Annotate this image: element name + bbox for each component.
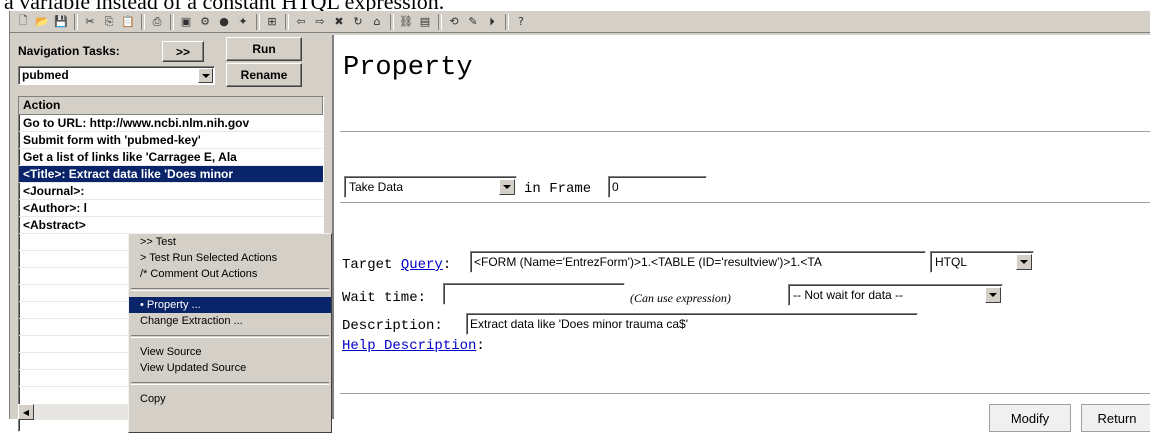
data-icon[interactable]: ▤: [416, 13, 434, 31]
list-item[interactable]: <Journal>:: [19, 183, 323, 200]
help-row: Help Description:: [342, 338, 485, 354]
run-icon[interactable]: ⚙: [196, 13, 214, 31]
help-description-link[interactable]: Help Description: [342, 338, 476, 354]
wait-time-label: Wait time:: [342, 290, 427, 306]
list-item[interactable]: <Title>: Extract data like 'Does minor: [19, 166, 323, 183]
query-language-select[interactable]: HTQL: [930, 251, 1034, 273]
back-icon[interactable]: ⇦: [292, 13, 310, 31]
context-menu-item[interactable]: View Source: [129, 344, 331, 360]
toolbar-separator: [141, 13, 145, 30]
help-colon: :: [476, 338, 485, 354]
context-menu-item[interactable]: • Property ...: [129, 297, 331, 313]
forward-icon[interactable]: ⇨: [311, 13, 329, 31]
context-menu-item[interactable]: >> Test: [129, 234, 331, 250]
chevron-down-icon[interactable]: [1016, 254, 1032, 270]
context-menu-item[interactable]: Change Extraction ...: [129, 313, 331, 329]
menu-separator: [131, 382, 329, 385]
wizard-icon[interactable]: ✦: [234, 13, 252, 31]
context-menu-item[interactable]: /* Comment Out Actions: [129, 266, 331, 282]
chevron-down-icon[interactable]: [499, 179, 515, 195]
toolbar-separator: [74, 13, 78, 30]
print-icon[interactable]: ⎙: [148, 13, 166, 31]
toolbar-separator: [285, 13, 289, 30]
in-frame-label: in Frame: [524, 181, 592, 197]
description-input[interactable]: Extract data like 'Does minor trauma ca$…: [466, 313, 918, 335]
record-icon[interactable]: ●: [215, 13, 233, 31]
list-item[interactable]: <Abstract>: [19, 217, 323, 234]
refresh-icon[interactable]: ↻: [349, 13, 367, 31]
menu-separator: [131, 288, 329, 291]
link-icon[interactable]: ⛓: [397, 13, 415, 31]
wait-time-input[interactable]: [443, 283, 625, 305]
list-item[interactable]: Submit form with 'pubmed-key': [19, 132, 323, 149]
open-icon[interactable]: 📂: [33, 13, 51, 31]
rename-button[interactable]: Rename: [226, 63, 302, 87]
list-item[interactable]: <Author>: l: [19, 200, 323, 217]
save-icon[interactable]: 💾: [52, 13, 70, 31]
window-icon[interactable]: ▣: [177, 13, 195, 31]
help-icon[interactable]: ?: [512, 13, 530, 31]
query-language-value: HTQL: [935, 255, 968, 269]
divider: [340, 131, 1150, 133]
action-column-header[interactable]: Action: [19, 97, 323, 115]
chevron-down-icon[interactable]: [198, 68, 213, 83]
toolbar: 🗋 📂 💾 ✂ ⎘ 📋 ⎙ ▣ ⚙ ● ✦ ⊞ ⇦ ⇨ ✖ ↻ ⌂ ⛓ ▤ ⟲ ✎ ⏵?: [10, 11, 1150, 33]
toolbar-separator: [390, 13, 394, 30]
new-icon[interactable]: 🗋: [14, 13, 32, 31]
toolbar-separator: [256, 13, 260, 30]
action-type-select[interactable]: Take Data: [344, 176, 517, 198]
wait-time-hint: (Can use expression): [630, 291, 731, 305]
page-title: Property: [343, 53, 473, 83]
pen-icon[interactable]: ✎: [464, 13, 482, 31]
query-link[interactable]: Query: [401, 257, 443, 273]
play-icon[interactable]: ⏵: [483, 13, 501, 31]
context-menu-item[interactable]: Copy: [129, 391, 331, 407]
task-select[interactable]: pubmed: [18, 66, 215, 85]
extract-icon[interactable]: ⊞: [263, 13, 281, 31]
context-menu: >> Test > Test Run Selected Actions/* Com…: [128, 233, 332, 433]
stop-icon[interactable]: ✖: [330, 13, 348, 31]
target-colon: :: [442, 257, 452, 273]
toolbar-separator: [438, 13, 442, 30]
frame-input[interactable]: 0: [608, 176, 707, 198]
home-icon[interactable]: ⌂: [368, 13, 386, 31]
description-label: Description:: [342, 318, 443, 334]
toolbar-separator: [170, 13, 174, 30]
query-input[interactable]: <FORM (Name='EntrezForm')>1.<TABLE (ID='…: [470, 251, 926, 273]
wait-data-value: -- Not wait for data --: [793, 288, 904, 302]
app-window: 🗋 📂 💾 ✂ ⎘ 📋 ⎙ ▣ ⚙ ● ✦ ⊞ ⇦ ⇨ ✖ ↻ ⌂ ⛓ ▤ ⟲ ✎ ⏵? Navigation Tasks…: [9, 11, 1150, 433]
return-button[interactable]: Return: [1081, 404, 1150, 432]
divider: [340, 393, 1150, 395]
modify-button[interactable]: Modify: [989, 404, 1071, 432]
target-row: Target Query:: [342, 257, 451, 273]
run-button[interactable]: Run: [226, 37, 302, 61]
chevron-down-icon[interactable]: [985, 287, 1001, 303]
scroll-left-icon[interactable]: ◀: [18, 404, 34, 420]
paste-icon[interactable]: 📋: [119, 13, 137, 31]
context-menu-item[interactable]: View Updated Source: [129, 360, 331, 376]
menu-separator: [131, 335, 329, 338]
navigation-tasks-label: Navigation Tasks:: [18, 44, 120, 58]
expand-tasks-button[interactable]: >>: [162, 41, 204, 62]
toolbar-separator: [505, 13, 509, 30]
action-type-value: Take Data: [349, 180, 404, 194]
target-label: Target: [342, 257, 393, 273]
list-item[interactable]: Get a list of links like 'Carragee E, Al…: [19, 149, 323, 166]
list-item[interactable]: Go to URL: http://www.ncbi.nlm.nih.gov: [19, 115, 323, 132]
prev-icon[interactable]: ⟲: [445, 13, 463, 31]
task-select-value: pubmed: [22, 68, 69, 82]
copy-icon[interactable]: ⎘: [100, 13, 118, 31]
cut-icon[interactable]: ✂: [81, 13, 99, 31]
divider: [340, 202, 1150, 204]
context-menu-item[interactable]: > Test Run Selected Actions: [129, 250, 331, 266]
property-panel: Property Take Data in Frame 0 Target Que…: [332, 35, 1150, 432]
wait-data-select[interactable]: -- Not wait for data --: [788, 284, 1003, 306]
